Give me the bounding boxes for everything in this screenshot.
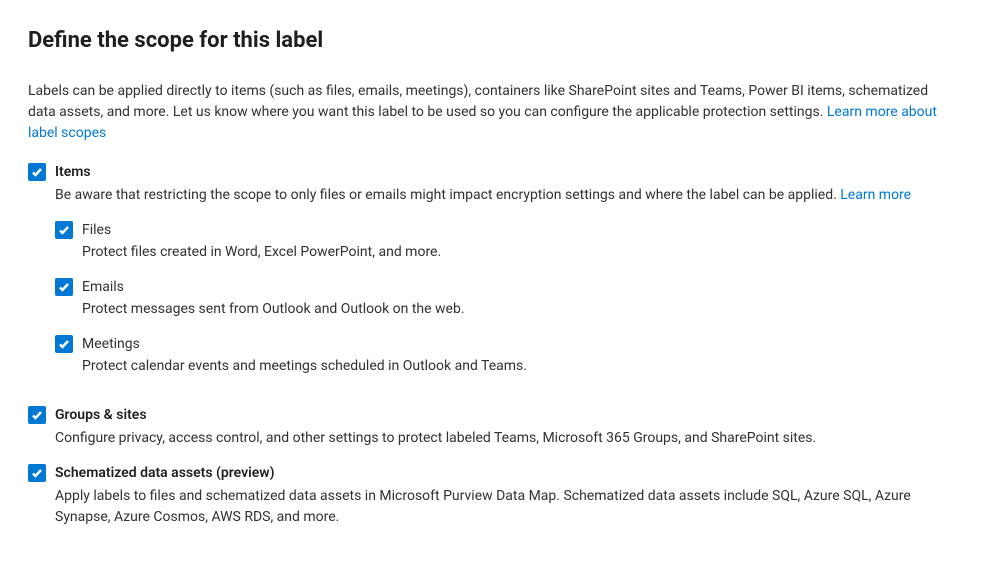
files-description: Protect files created in Word, Excel Pow… — [82, 242, 441, 263]
files-label: Files — [82, 220, 441, 241]
checkmark-icon — [31, 467, 43, 479]
checkmark-icon — [58, 338, 70, 350]
scope-files-row: Files Protect files created in Word, Exc… — [55, 220, 972, 263]
groups-label: Groups & sites — [55, 405, 972, 426]
checkmark-icon — [31, 166, 43, 178]
items-description: Be aware that restricting the scope to o… — [55, 185, 960, 206]
intro-paragraph: Labels can be applied directly to items … — [28, 81, 958, 144]
groups-checkbox[interactable] — [28, 406, 46, 424]
meetings-description: Protect calendar events and meetings sch… — [82, 356, 527, 377]
scope-meetings-row: Meetings Protect calendar events and mee… — [55, 334, 972, 377]
schematized-description: Apply labels to files and schematized da… — [55, 486, 960, 528]
emails-description: Protect messages sent from Outlook and O… — [82, 299, 465, 320]
emails-label: Emails — [82, 277, 465, 298]
scope-schematized-row: Schematized data assets (preview) Apply … — [28, 463, 972, 528]
page-title: Define the scope for this label — [28, 24, 972, 57]
meetings-checkbox[interactable] — [55, 335, 73, 353]
items-label: Items — [55, 162, 972, 183]
checkmark-icon — [58, 281, 70, 293]
groups-description: Configure privacy, access control, and o… — [55, 428, 960, 449]
checkmark-icon — [31, 409, 43, 421]
scope-groups-row: Groups & sites Configure privacy, access… — [28, 405, 972, 449]
schematized-label: Schematized data assets (preview) — [55, 463, 972, 484]
files-checkbox[interactable] — [55, 221, 73, 239]
meetings-label: Meetings — [82, 334, 527, 355]
emails-checkbox[interactable] — [55, 278, 73, 296]
schematized-checkbox[interactable] — [28, 464, 46, 482]
intro-text: Labels can be applied directly to items … — [28, 83, 928, 120]
scope-items-row: Items Be aware that restricting the scop… — [28, 162, 972, 391]
checkmark-icon — [58, 224, 70, 236]
items-checkbox[interactable] — [28, 163, 46, 181]
items-learn-more-link[interactable]: Learn more — [840, 187, 911, 203]
items-desc-text: Be aware that restricting the scope to o… — [55, 187, 840, 203]
scope-emails-row: Emails Protect messages sent from Outloo… — [55, 277, 972, 320]
